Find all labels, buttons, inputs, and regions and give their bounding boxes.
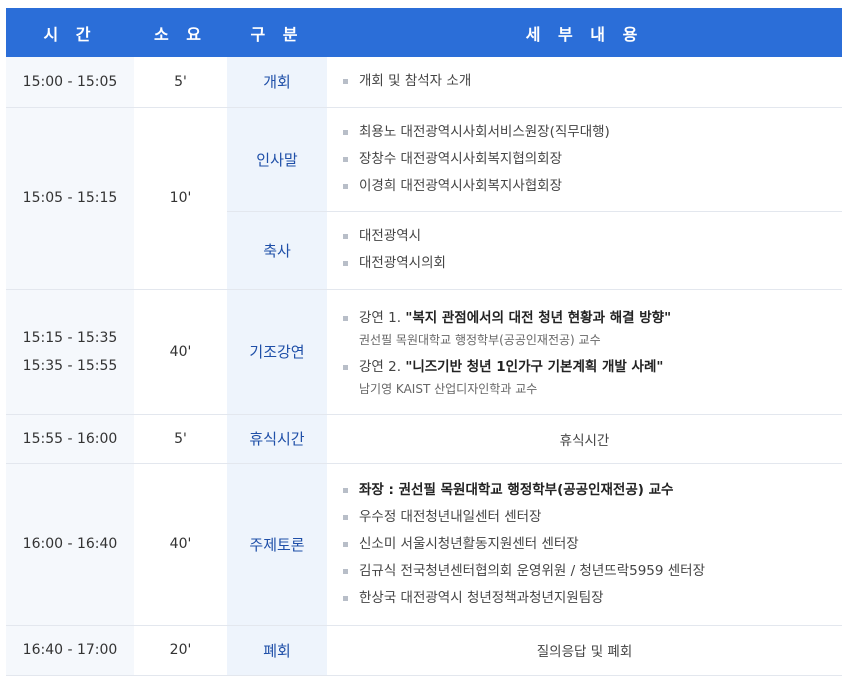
category-cell: 휴식시간 [227, 414, 327, 464]
lecture-prefix: 강연 1. [359, 309, 406, 326]
lecture-prefix: 강연 2. [359, 358, 406, 375]
time-line: 15:15 - 15:35 [22, 329, 118, 346]
category-cell: 개회 [227, 57, 327, 108]
program-schedule: 시 간 소 요 구 분 세 부 내 용 15:00 - 15:05 5' 개회 … [6, 8, 842, 676]
lecture-item: 강연 1. "복지 관점에서의 대전 청년 현황과 해결 방향" [343, 305, 842, 332]
detail-cell: 휴식시간 [327, 414, 842, 464]
lecture-speaker: 남기영 KAIST 산업디자인학과 교수 [359, 381, 538, 396]
header-details: 세 부 내 용 [327, 8, 842, 57]
detail-cell: 좌장 : 권선필 목원대학교 행정학부(공공인재전공) 교수 우수정 대전청년내… [327, 463, 842, 626]
list-item: 최용노 대전광역시사회서비스원장(직무대행) [343, 119, 842, 146]
category-cell: 인사말 [227, 107, 327, 212]
table-row: 15:15 - 15:35 15:35 - 15:55 40' 기조강연 강연 … [6, 289, 842, 415]
lecture-title: "복지 관점에서의 대전 청년 현황과 해결 방향" [405, 309, 672, 326]
lecture-speaker: 권선필 목원대학교 행정학부(공공인재전공) 교수 [359, 332, 601, 347]
table-row: 15:05 - 15:15 10' 인사말 최용노 대전광역시사회서비스원장(직… [6, 107, 842, 290]
list-item: 우수정 대전청년내일센터 센터장 [343, 504, 842, 531]
detail-cell: 최용노 대전광역시사회서비스원장(직무대행) 장창수 대전광역시사회복지협의회장… [327, 107, 842, 212]
table-row: 15:55 - 16:00 5' 휴식시간 휴식시간 [6, 414, 842, 464]
list-item: 한상국 대전광역시 청년정책과청년지원팀장 [343, 585, 842, 612]
duration-cell: 40' [134, 463, 227, 626]
lecture-title: "니즈기반 청년 1인가구 기본계획 개발 사례" [405, 358, 664, 375]
category-cell: 폐회 [227, 625, 327, 676]
header-category: 구 분 [227, 8, 327, 57]
header-row: 시 간 소 요 구 분 세 부 내 용 [6, 8, 842, 57]
time-cell: 15:55 - 16:00 [6, 414, 134, 464]
detail-cell: 질의응답 및 폐회 [327, 625, 842, 676]
lecture-item: 강연 2. "니즈기반 청년 1인가구 기본계획 개발 사례" [343, 354, 842, 381]
detail-cell: 대전광역시 대전광역시의회 [327, 211, 842, 290]
time-cell: 15:00 - 15:05 [6, 57, 134, 108]
list-item: 대전광역시의회 [343, 250, 842, 277]
table-row: 16:00 - 16:40 40' 주제토론 좌장 : 권선필 목원대학교 행정… [6, 463, 842, 626]
duration-cell: 5' [134, 57, 227, 108]
duration-cell: 10' [134, 107, 227, 290]
table-row: 15:00 - 15:05 5' 개회 개회 및 참석자 소개 [6, 57, 842, 108]
time-cell: 15:15 - 15:35 15:35 - 15:55 [6, 289, 134, 415]
list-item: 좌장 : 권선필 목원대학교 행정학부(공공인재전공) 교수 [343, 477, 842, 504]
list-item: 김규식 전국청년센터협의회 운영위원 / 청년뜨락5959 센터장 [343, 558, 842, 585]
list-item: 신소미 서울시청년활동지원센터 센터장 [343, 531, 842, 558]
header-duration: 소 요 [134, 8, 227, 57]
list-item: 장창수 대전광역시사회복지협의회장 [343, 146, 842, 173]
schedule-table: 시 간 소 요 구 분 세 부 내 용 15:00 - 15:05 5' 개회 … [6, 8, 842, 676]
list-item: 이경희 대전광역시사회복지사협회장 [343, 173, 842, 200]
duration-cell: 20' [134, 625, 227, 676]
time-line: 15:35 - 15:55 [22, 357, 118, 374]
category-cell: 기조강연 [227, 289, 327, 415]
detail-cell: 개회 및 참석자 소개 [327, 57, 842, 108]
time-cell: 16:40 - 17:00 [6, 625, 134, 676]
time-cell: 15:05 - 15:15 [6, 107, 134, 290]
list-item: 대전광역시 [343, 223, 842, 250]
header-time: 시 간 [6, 8, 134, 57]
category-cell: 주제토론 [227, 463, 327, 626]
duration-cell: 40' [134, 289, 227, 415]
table-row: 16:40 - 17:00 20' 폐회 질의응답 및 폐회 [6, 625, 842, 676]
category-cell: 축사 [227, 211, 327, 290]
list-item: 개회 및 참석자 소개 [343, 68, 842, 95]
duration-cell: 5' [134, 414, 227, 464]
detail-cell: 강연 1. "복지 관점에서의 대전 청년 현황과 해결 방향" 권선필 목원대… [327, 289, 842, 415]
time-cell: 16:00 - 16:40 [6, 463, 134, 626]
